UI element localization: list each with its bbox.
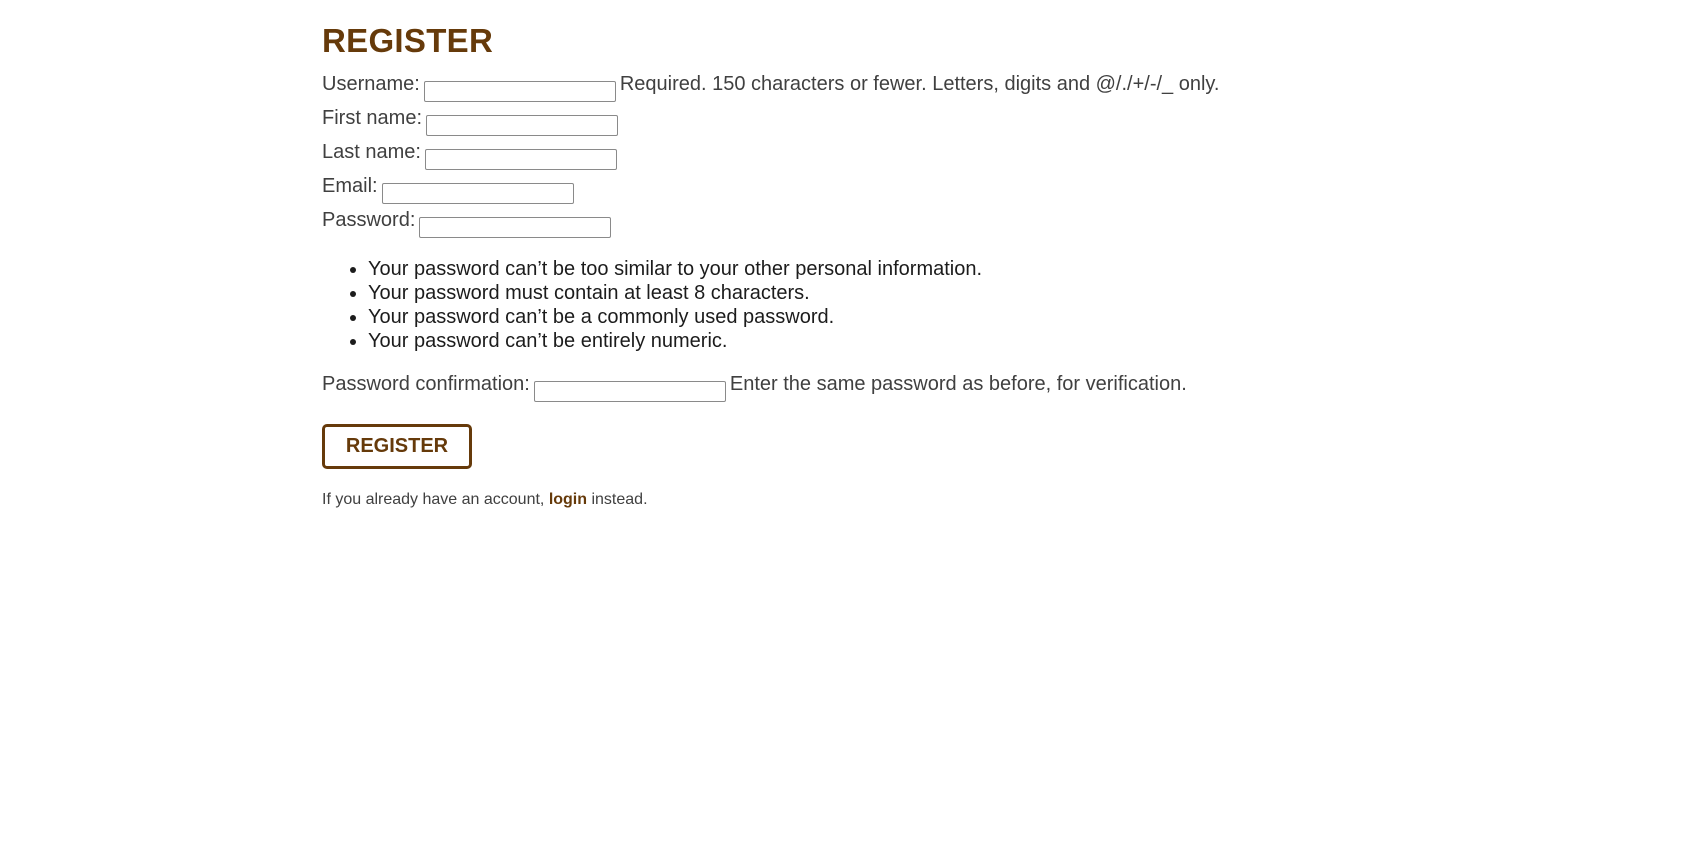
- password-rule-item: Your password can’t be a commonly used p…: [368, 305, 1222, 329]
- login-link[interactable]: login: [549, 491, 587, 508]
- email-row: Email:: [322, 173, 1222, 204]
- password-confirmation-label: Password confirmation:: [322, 373, 530, 395]
- username-help-text: Required. 150 characters or fewer. Lette…: [619, 73, 1220, 95]
- first-name-input[interactable]: [426, 115, 619, 136]
- password-rule-item: Your password can’t be too similar to yo…: [368, 257, 1222, 281]
- email-label: Email:: [322, 175, 378, 197]
- password-rules-list: Your password can’t be too similar to yo…: [322, 257, 1222, 353]
- password-label: Password:: [322, 209, 416, 231]
- password-confirmation-row: Password confirmation: Enter the same pas…: [322, 371, 1222, 402]
- login-prompt-prefix: If you already have an account,: [322, 491, 549, 508]
- login-prompt-suffix: instead.: [587, 491, 648, 508]
- register-form: Username: Required. 150 characters or few…: [322, 71, 1222, 469]
- page-title: REGISTER: [322, 22, 494, 59]
- login-prompt: If you already have an account, login in…: [322, 490, 1222, 510]
- password-confirmation-input[interactable]: [533, 381, 726, 402]
- email-input[interactable]: [381, 183, 574, 204]
- password-input[interactable]: [419, 217, 612, 238]
- password-rule-item: Your password can’t be entirely numeric.: [368, 329, 1222, 353]
- password-rule-item: Your password must contain at least 8 ch…: [368, 281, 1222, 305]
- first-name-row: First name:: [322, 105, 1222, 136]
- register-button[interactable]: REGISTER: [322, 424, 472, 469]
- password-row: Password:: [322, 207, 1222, 238]
- first-name-label: First name:: [322, 107, 423, 129]
- username-row: Username: Required. 150 characters or few…: [322, 71, 1222, 102]
- last-name-label: Last name:: [322, 141, 421, 163]
- register-page: REGISTER Username: Required. 150 characte…: [322, 20, 1222, 510]
- last-name-input[interactable]: [424, 149, 617, 170]
- last-name-row: Last name:: [322, 139, 1222, 170]
- password-confirmation-help-text: Enter the same password as before, for v…: [729, 373, 1187, 395]
- username-input[interactable]: [423, 81, 616, 102]
- username-label: Username:: [322, 73, 420, 95]
